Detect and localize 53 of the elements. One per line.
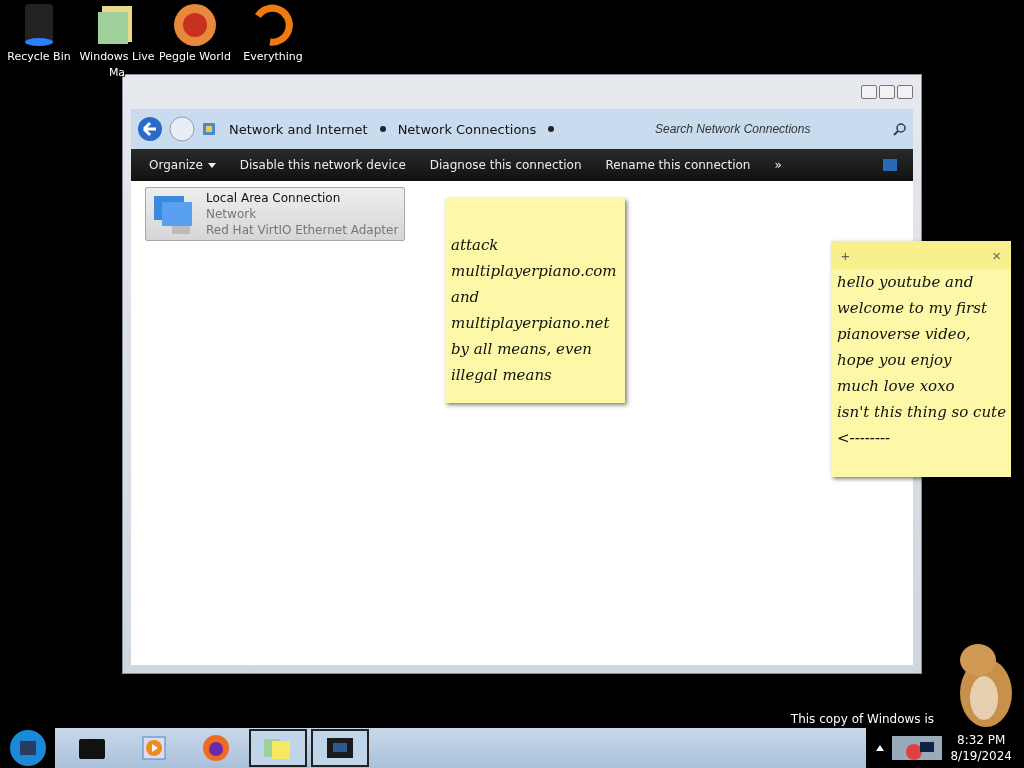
clock-time[interactable]: 8:32 PM [957, 732, 1006, 748]
toolbar-button[interactable]: Diagnose this connection [417, 149, 594, 181]
taskbar-app[interactable] [311, 729, 369, 767]
close-button[interactable]: × [992, 246, 1001, 264]
dot-icon [548, 126, 555, 132]
note-line: multiplayerpiano.com [451, 261, 618, 282]
note-line: by all means, even [451, 339, 593, 360]
icon-label[interactable]: Everything [243, 50, 303, 64]
close-button[interactable] [897, 85, 913, 99]
connection-detail: Network [206, 206, 258, 222]
connection-item[interactable]: Local Area Connection Network Red Hat VirtIO Ethernet Adapter [145, 187, 405, 241]
network-icon [201, 121, 217, 137]
note-line: much love xoxo [837, 376, 956, 397]
taskbar-app[interactable] [249, 729, 307, 767]
tray-arrow-icon[interactable] [876, 745, 885, 751]
note-line: and [451, 287, 481, 308]
add-button[interactable]: + [841, 246, 850, 264]
note-line: <-------- [837, 428, 892, 449]
toolbar-button[interactable]: » [762, 149, 794, 181]
clock-date[interactable]: 8/19/2024 [950, 748, 1012, 764]
icon-label[interactable]: Peggle World [159, 50, 231, 64]
browser-icon [201, 733, 231, 763]
play-icon [141, 735, 167, 761]
connection-name: Local Area Connection [206, 190, 342, 206]
tray-icon[interactable] [892, 736, 943, 760]
note-line: welcome to my first [837, 298, 988, 319]
note-line: attack [451, 235, 500, 256]
search-icon[interactable] [893, 122, 907, 136]
watermark-text: This copy of Windows is [790, 712, 934, 726]
icon-label[interactable]: Ma [108, 66, 126, 80]
connection-detail: Red Hat VirtIO Ethernet Adapter [206, 222, 399, 238]
back-icon[interactable] [137, 116, 163, 142]
icon-label[interactable]: Windows Live [79, 50, 155, 64]
maximize-button[interactable] [879, 85, 895, 99]
note-line: hello youtube and [837, 272, 975, 293]
monitor-icon [325, 735, 355, 761]
note-line: pianoverse video, [837, 324, 972, 345]
toolbar-button[interactable]: Disable this network device [227, 149, 418, 181]
dot-icon [379, 126, 386, 132]
breadcrumb-item[interactable]: Network and Internet [229, 121, 368, 137]
caret-icon [207, 162, 216, 168]
toolbar-button[interactable]: Rename this connection [593, 149, 763, 181]
note-line: hope you enjoy [837, 350, 953, 371]
start-button[interactable] [8, 729, 47, 767]
note-line: illegal means [451, 365, 553, 386]
note-line: isn't this thing so cute [837, 402, 1005, 423]
menu-button[interactable]: Organize [137, 149, 228, 181]
breadcrumb-item[interactable]: Network Connections [397, 121, 537, 137]
ball-icon [172, 2, 218, 48]
note-line: multiplayerpiano.net [451, 313, 611, 334]
search-field[interactable]: Search Network Connections [653, 121, 887, 137]
icon-label[interactable]: Recycle Bin [7, 50, 71, 64]
minimize-button[interactable] [861, 85, 877, 99]
